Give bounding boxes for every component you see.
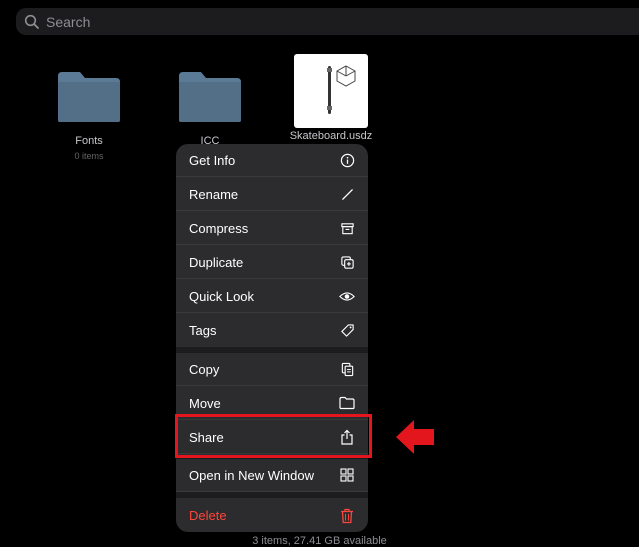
menu-item-duplicate[interactable]: Duplicate bbox=[176, 246, 368, 279]
menu-item-label: Quick Look bbox=[189, 288, 255, 304]
file-name: Skateboard.usdz bbox=[289, 130, 373, 142]
duplicate-icon bbox=[339, 254, 355, 270]
grid-window-icon bbox=[339, 467, 355, 483]
file-name: Fonts bbox=[75, 135, 103, 147]
menu-item-label: Move bbox=[189, 395, 221, 411]
skateboard-3d-icon bbox=[327, 65, 356, 114]
file-subtitle: 0 items bbox=[74, 151, 104, 161]
folder-icon bbox=[339, 395, 355, 411]
menu-item-label: Delete bbox=[189, 508, 227, 523]
storage-status: 3 items, 27.41 GB available bbox=[252, 535, 387, 547]
search-placeholder: Search bbox=[46, 13, 91, 30]
pencil-icon bbox=[339, 186, 355, 202]
menu-item-label: Open in New Window bbox=[189, 467, 314, 483]
file-item-fonts[interactable]: Fonts 0 items bbox=[52, 70, 126, 161]
menu-item-quick-look[interactable]: Quick Look bbox=[176, 280, 368, 313]
menu-section-separator bbox=[176, 492, 368, 498]
copy-document-icon bbox=[339, 361, 355, 377]
menu-item-label: Get Info bbox=[189, 152, 236, 168]
menu-item-label: Compress bbox=[189, 220, 249, 236]
file-item-icc[interactable]: ICC bbox=[173, 70, 247, 147]
context-menu: Get Info Rename Compress Duplicate Quick… bbox=[176, 144, 368, 532]
search-icon bbox=[24, 14, 39, 29]
menu-item-tags[interactable]: Tags bbox=[176, 314, 368, 347]
search-bar[interactable]: Search bbox=[16, 8, 639, 35]
folder-icon bbox=[58, 72, 120, 122]
menu-item-label: Duplicate bbox=[189, 254, 244, 270]
trash-icon bbox=[339, 508, 355, 524]
menu-item-copy[interactable]: Copy bbox=[176, 353, 368, 386]
eye-icon bbox=[339, 288, 355, 304]
usdz-thumbnail bbox=[294, 54, 368, 128]
archive-box-icon bbox=[339, 220, 355, 236]
menu-item-label: Rename bbox=[189, 186, 239, 202]
share-highlight-box bbox=[175, 414, 372, 458]
menu-item-delete[interactable]: Delete bbox=[176, 499, 368, 532]
folder-icon bbox=[179, 72, 241, 122]
menu-item-compress[interactable]: Compress bbox=[176, 212, 368, 245]
tag-icon bbox=[339, 323, 355, 339]
menu-item-label: Tags bbox=[189, 323, 217, 338]
file-item-skateboard[interactable]: Skateboard.usdz bbox=[286, 54, 376, 142]
info-circle-icon bbox=[339, 152, 355, 168]
red-arrow-icon bbox=[396, 420, 434, 454]
menu-item-get-info[interactable]: Get Info bbox=[176, 144, 368, 177]
menu-item-open-new-window[interactable]: Open in New Window bbox=[176, 459, 368, 492]
menu-item-label: Copy bbox=[189, 361, 220, 377]
menu-item-rename[interactable]: Rename bbox=[176, 178, 368, 211]
